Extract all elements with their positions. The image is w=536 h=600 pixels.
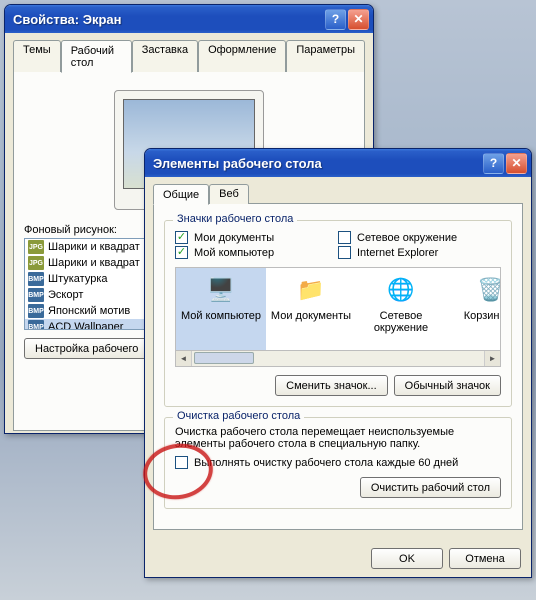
tab-screensaver[interactable]: Заставка <box>132 40 198 72</box>
desktop-icons-group: Значки рабочего стола ✓ Мои документы ✓ … <box>164 220 512 407</box>
list-item-label: ACD Wallpaper <box>48 321 123 330</box>
list-item-label: Штукатурка <box>48 273 108 285</box>
close-icon: ✕ <box>511 156 521 170</box>
desktop-icon-label: Сетевое окружение <box>358 310 444 334</box>
tab-settings[interactable]: Параметры <box>286 40 365 72</box>
scroll-track[interactable] <box>192 351 484 366</box>
check-internet-explorer[interactable]: Internet Explorer <box>338 246 501 259</box>
scroll-left-button[interactable]: ◄ <box>176 351 192 366</box>
checkbox-grid: ✓ Мои документы ✓ Мой компьютер Сетевое … <box>175 229 501 261</box>
ok-button[interactable]: OK <box>371 548 443 569</box>
icon-strip-scrollbar[interactable]: ◄ ► <box>175 351 501 367</box>
bmp-file-icon: BMP <box>28 304 44 318</box>
window-title: Свойства: Экран <box>13 12 323 27</box>
check-label: Мой компьютер <box>194 247 274 259</box>
titlebar: Элементы рабочего стола ? ✕ <box>145 149 531 177</box>
tabs: Темы Рабочий стол Заставка Оформление Па… <box>13 40 365 72</box>
desktop-icon-label: Мои документы <box>271 310 351 322</box>
tab-themes[interactable]: Темы <box>13 40 61 72</box>
desktop-icon-item[interactable]: 🖥️ Мой компьютер <box>176 268 266 350</box>
scroll-thumb[interactable] <box>194 352 254 364</box>
close-icon: ✕ <box>353 12 363 26</box>
help-button[interactable]: ? <box>325 9 346 30</box>
desktop-icon-item[interactable]: 🌐 Сетевое окружение <box>356 268 446 350</box>
checkbox-icon: ✓ <box>175 246 188 259</box>
arrow-right-icon: ► <box>489 354 497 363</box>
desktop-icon-label: Мой компьютер <box>181 310 261 322</box>
default-icon-button[interactable]: Обычный значок <box>394 375 501 396</box>
desktop-icon: 🌐 <box>385 274 417 306</box>
group-legend: Значки рабочего стола <box>173 213 297 225</box>
help-button[interactable]: ? <box>483 153 504 174</box>
list-item-label: Эскорт <box>48 289 83 301</box>
check-label: Internet Explorer <box>357 247 438 259</box>
arrow-left-icon: ◄ <box>180 354 188 363</box>
check-label: Выполнять очистку рабочего стола каждые … <box>194 457 458 469</box>
check-my-documents[interactable]: ✓ Мои документы <box>175 231 338 244</box>
desktop-icon: 📁 <box>295 274 327 306</box>
desktop-icon-item[interactable]: 🗑️ Корзина (п <box>446 268 501 350</box>
list-item-label: Шарики и квадрат <box>48 257 140 269</box>
icon-strip[interactable]: 🖥️ Мой компьютер 📁 Мои документы 🌐 Сетевое ок… <box>175 267 501 351</box>
group-legend: Очистка рабочего стола <box>173 410 304 422</box>
close-button[interactable]: ✕ <box>506 153 527 174</box>
desktop-items-window: Элементы рабочего стола ? ✕ Общие Веб Зн… <box>144 148 532 578</box>
tab-general[interactable]: Общие <box>153 184 209 205</box>
desktop-icon: 🗑️ <box>475 274 501 306</box>
help-icon: ? <box>332 12 339 26</box>
change-icon-button[interactable]: Сменить значок... <box>275 375 388 396</box>
desktop-icon-item[interactable]: 📁 Мои документы <box>266 268 356 350</box>
check-run-cleanup-60-days[interactable]: Выполнять очистку рабочего стола каждые … <box>175 456 501 469</box>
window-title: Элементы рабочего стола <box>153 156 481 171</box>
list-item-label: Шарики и квадрат <box>48 241 140 253</box>
bmp-file-icon: BMP <box>28 272 44 286</box>
tab-panel-general: Значки рабочего стола ✓ Мои документы ✓ … <box>153 203 523 530</box>
bmp-file-icon: BMP <box>28 320 44 330</box>
dialog-buttons: OK Отмена <box>145 540 531 577</box>
cleanup-description: Очистка рабочего стола перемещает неиспо… <box>175 426 501 450</box>
jpg-file-icon: JPG <box>28 256 44 270</box>
check-network-places[interactable]: Сетевое окружение <box>338 231 501 244</box>
checkbox-icon <box>338 231 351 244</box>
check-my-computer[interactable]: ✓ Мой компьютер <box>175 246 338 259</box>
tab-appearance[interactable]: Оформление <box>198 40 286 72</box>
checkbox-icon <box>175 456 188 469</box>
help-icon: ? <box>490 156 497 170</box>
checkbox-icon: ✓ <box>175 231 188 244</box>
check-label: Сетевое окружение <box>357 232 457 244</box>
tab-web[interactable]: Веб <box>209 184 249 204</box>
jpg-file-icon: JPG <box>28 240 44 254</box>
checkbox-icon <box>338 246 351 259</box>
titlebar: Свойства: Экран ? ✕ <box>5 5 373 33</box>
clean-desktop-now-button[interactable]: Очистить рабочий стол <box>360 477 501 498</box>
bmp-file-icon: BMP <box>28 288 44 302</box>
check-label: Мои документы <box>194 232 274 244</box>
close-button[interactable]: ✕ <box>348 9 369 30</box>
desktop-cleanup-group: Очистка рабочего стола Очистка рабочего … <box>164 417 512 509</box>
list-item-label: Японский мотив <box>48 305 130 317</box>
window-body: Общие Веб Значки рабочего стола ✓ Мои до… <box>145 177 531 540</box>
desktop-icon-label: Корзина (п <box>464 310 501 322</box>
customize-desktop-button[interactable]: Настройка рабочего <box>24 338 149 359</box>
cancel-button[interactable]: Отмена <box>449 548 521 569</box>
tabs: Общие Веб <box>153 184 523 204</box>
tab-desktop[interactable]: Рабочий стол <box>61 40 132 73</box>
scroll-right-button[interactable]: ► <box>484 351 500 366</box>
desktop-icon: 🖥️ <box>205 274 237 306</box>
